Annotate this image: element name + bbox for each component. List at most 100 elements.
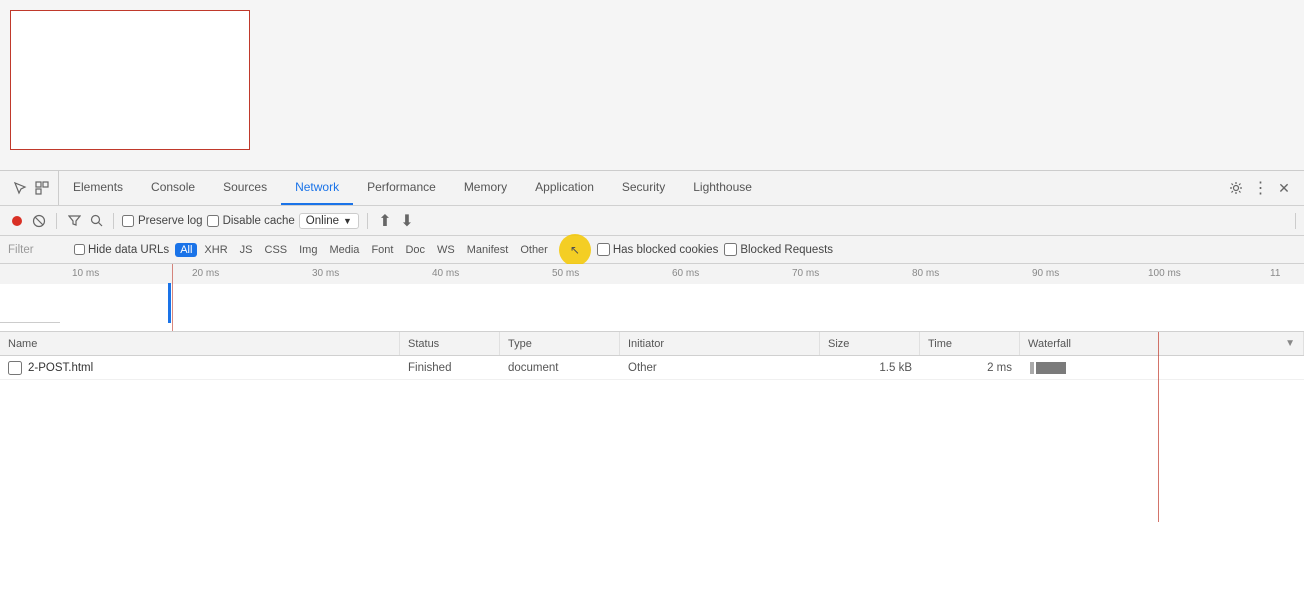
tab-security[interactable]: Security [608, 171, 679, 205]
chevron-down-icon: ▼ [343, 216, 352, 226]
filter-js[interactable]: JS [235, 243, 258, 257]
tab-icon-group [4, 171, 59, 205]
disable-cache-checkbox[interactable] [207, 215, 219, 227]
blocked-requests-container[interactable]: Blocked Requests [724, 243, 833, 256]
tab-memory[interactable]: Memory [450, 171, 521, 205]
filter-icon[interactable] [65, 212, 83, 230]
import-icon[interactable]: ⬆ [376, 212, 394, 230]
filter-placeholder[interactable]: Filter [8, 244, 68, 256]
td-status: Finished [400, 356, 500, 379]
more-options-icon[interactable]: ⋮ [1252, 180, 1268, 196]
toolbar-right-divider [1295, 213, 1296, 229]
blocked-requests-checkbox[interactable] [724, 243, 737, 256]
td-type: document [500, 356, 620, 379]
disable-cache-label[interactable]: Disable cache [207, 215, 295, 227]
settings-icon[interactable] [1228, 180, 1244, 196]
ruler-40ms: 40 ms [432, 268, 459, 279]
has-blocked-cookies-checkbox[interactable] [597, 243, 610, 256]
ruler-110ms: 11 [1270, 268, 1280, 279]
tab-bar: Elements Console Sources Network Perform… [0, 171, 1304, 206]
webpage-box [10, 10, 250, 150]
filter-doc[interactable]: Doc [400, 243, 430, 257]
inspect-icon[interactable] [34, 180, 50, 196]
ruler-50ms: 50 ms [552, 268, 579, 279]
td-time: 2 ms [920, 356, 1020, 379]
tab-performance[interactable]: Performance [353, 171, 450, 205]
tab-application[interactable]: Application [521, 171, 608, 205]
ruler-80ms: 80 ms [912, 268, 939, 279]
waterfall-vertical-line [1158, 332, 1159, 522]
th-waterfall[interactable]: Waterfall ▼ [1020, 332, 1304, 355]
ruler-30ms: 30 ms [312, 268, 339, 279]
filter-all[interactable]: All [175, 243, 197, 257]
timeline-red-line [172, 264, 173, 332]
toolbar-divider-1 [56, 213, 57, 229]
filter-xhr[interactable]: XHR [199, 243, 232, 257]
tab-network[interactable]: Network [281, 171, 353, 205]
filter-img[interactable]: Img [294, 243, 322, 257]
th-name[interactable]: Name [0, 332, 400, 355]
has-blocked-cookies-container[interactable]: Has blocked cookies [597, 243, 718, 256]
sort-arrow-icon: ▼ [1285, 338, 1295, 349]
toolbar-divider-2 [113, 213, 114, 229]
timeline-graph [0, 284, 1304, 331]
cursor-highlight: ↖ [559, 234, 591, 266]
td-size: 1.5 kB [820, 356, 920, 379]
cursor-arrow-icon: ↖ [570, 243, 580, 257]
webpage-preview [0, 0, 1304, 170]
tab-right-icons: ⋮ ✕ [1220, 180, 1300, 196]
filter-types: All XHR JS CSS Img Media Font Doc WS Man… [175, 243, 553, 257]
th-size[interactable]: Size [820, 332, 920, 355]
timeline-bottom-line [0, 322, 60, 323]
table-row[interactable]: 2-POST.html Finished document Other 1.5 … [0, 356, 1304, 380]
ruler-100ms: 100 ms [1148, 268, 1181, 279]
close-icon[interactable]: ✕ [1276, 180, 1292, 196]
network-table: Name Status Type Initiator Size Time Wat… [0, 332, 1304, 612]
waterfall-bar-container [1028, 362, 1296, 374]
devtools-panel: Elements Console Sources Network Perform… [0, 170, 1304, 612]
export-icon[interactable]: ⬇ [398, 212, 416, 230]
tabs: Elements Console Sources Network Perform… [59, 171, 1220, 205]
waterfall-gray-bar [1030, 362, 1034, 374]
th-type[interactable]: Type [500, 332, 620, 355]
filter-bar: Filter Hide data URLs All XHR JS CSS Img… [0, 236, 1304, 264]
ruler-20ms: 20 ms [192, 268, 219, 279]
throttle-select[interactable]: Online ▼ [299, 213, 359, 229]
cursor-icon[interactable] [12, 180, 28, 196]
waterfall-dark-bar [1036, 362, 1066, 374]
th-status[interactable]: Status [400, 332, 500, 355]
search-icon[interactable] [87, 212, 105, 230]
clear-button[interactable] [30, 212, 48, 230]
filter-css[interactable]: CSS [260, 243, 293, 257]
filter-other[interactable]: Other [515, 243, 553, 257]
cursor-overlay-area: ↖ [559, 234, 591, 266]
ruler-70ms: 70 ms [792, 268, 819, 279]
td-name: 2-POST.html [0, 356, 400, 379]
toolbar-divider-3 [367, 213, 368, 229]
td-waterfall [1020, 356, 1304, 379]
filter-ws[interactable]: WS [432, 243, 460, 257]
filter-manifest[interactable]: Manifest [462, 243, 514, 257]
network-toolbar: Preserve log Disable cache Online ▼ ⬆ ⬇ [0, 206, 1304, 236]
tab-console[interactable]: Console [137, 171, 209, 205]
filter-font[interactable]: Font [366, 243, 398, 257]
ruler-90ms: 90 ms [1032, 268, 1059, 279]
preserve-log-checkbox[interactable] [122, 215, 134, 227]
th-time[interactable]: Time [920, 332, 1020, 355]
timeline-inner: 10 ms 20 ms 30 ms 40 ms 50 ms 60 ms 70 m… [0, 264, 1304, 331]
tab-sources[interactable]: Sources [209, 171, 281, 205]
filter-media[interactable]: Media [324, 243, 364, 257]
th-initiator[interactable]: Initiator [620, 332, 820, 355]
timeline-blue-bar [168, 283, 171, 323]
row-checkbox[interactable] [8, 361, 22, 375]
tab-lighthouse[interactable]: Lighthouse [679, 171, 766, 205]
tab-elements[interactable]: Elements [59, 171, 137, 205]
hide-data-urls-container[interactable]: Hide data URLs [74, 244, 169, 256]
td-initiator: Other [620, 356, 820, 379]
record-button[interactable] [8, 212, 26, 230]
ruler-10ms: 10 ms [72, 268, 99, 279]
timeline: 10 ms 20 ms 30 ms 40 ms 50 ms 60 ms 70 m… [0, 264, 1304, 332]
table-header: Name Status Type Initiator Size Time Wat… [0, 332, 1304, 356]
hide-data-urls-checkbox[interactable] [74, 244, 85, 255]
preserve-log-label[interactable]: Preserve log [122, 215, 203, 227]
